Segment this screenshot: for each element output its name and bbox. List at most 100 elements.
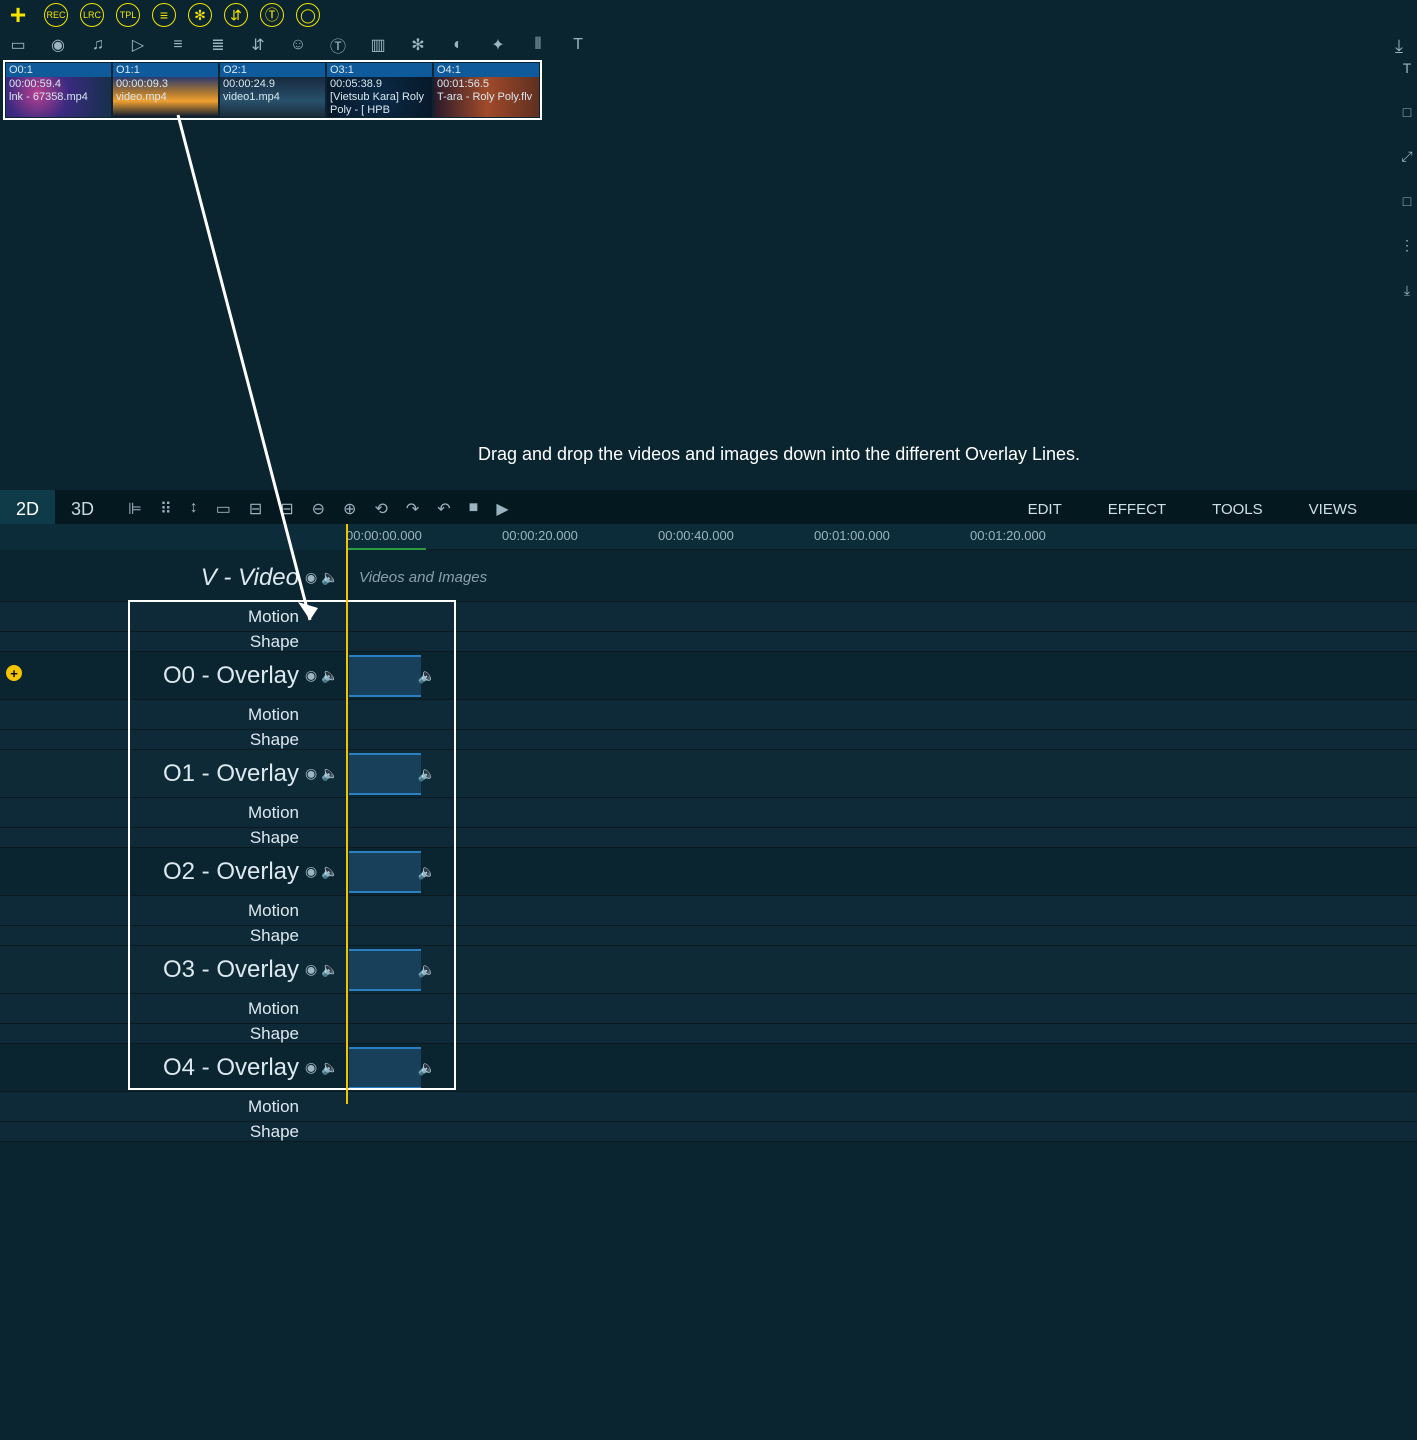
speaker-icon[interactable]: 🔈 (321, 765, 338, 782)
undo-icon[interactable]: ↶ (437, 499, 450, 519)
eye-icon[interactable]: ◉ (305, 765, 317, 782)
text-button[interactable]: Ⓣ (260, 3, 284, 27)
menu-effect[interactable]: EFFECT (1108, 501, 1166, 518)
track-shape[interactable]: Shape (0, 926, 1417, 946)
video-icon[interactable]: ▷ (128, 35, 148, 55)
music-icon[interactable]: ♫ (88, 36, 108, 54)
frame-icon[interactable]: ▭ (8, 35, 28, 55)
right-tool-2[interactable]: □ (1403, 104, 1411, 120)
redo-icon[interactable]: ↷ (406, 499, 419, 519)
track-overlay-1[interactable]: O1 - Overlay◉🔈🔈 (0, 750, 1417, 798)
clip-speaker-icon[interactable]: 🔈 (418, 766, 435, 783)
right-tool-1[interactable]: T (1403, 60, 1412, 76)
timeline-clip[interactable]: 🔈 (349, 949, 421, 991)
eye-icon[interactable]: ◉ (305, 1059, 317, 1076)
speaker-icon[interactable]: 🔈 (321, 667, 338, 684)
vertical-icon[interactable]: ↕ (190, 499, 198, 519)
download-icon[interactable]: ⤓ (1395, 36, 1403, 57)
timeline-clip[interactable]: 🔈 (349, 1047, 421, 1089)
track-overlay-3[interactable]: O3 - Overlay◉🔈🔈 (0, 946, 1417, 994)
eye-icon[interactable]: ◉ (305, 863, 317, 880)
media-clip-2[interactable]: O2:1 00:00:24.9 video1.mp4 (220, 63, 325, 117)
speaker-icon[interactable]: 🔈 (321, 569, 338, 586)
menu-views[interactable]: VIEWS (1309, 501, 1357, 518)
track-overlay-2[interactable]: O2 - Overlay◉🔈🔈 (0, 848, 1417, 896)
media-clip-0[interactable]: O0:1 00:00:59.4 lnk - 67358.mp4 (6, 63, 111, 117)
clip-speaker-icon[interactable]: 🔈 (418, 864, 435, 881)
speaker-icon[interactable]: 🔈 (321, 1059, 338, 1076)
timeline-clip[interactable]: 🔈 (349, 753, 421, 795)
timeline-clip[interactable]: 🔈 (349, 655, 421, 697)
grid-icon[interactable]: ⠿ (160, 499, 172, 519)
track-video[interactable]: V - Video ◉ 🔈 Videos and Images (0, 554, 1417, 602)
ordered-list-icon[interactable]: ≣ (208, 35, 228, 55)
profile-button[interactable]: ◯ (296, 3, 320, 27)
track-shape[interactable]: Shape (0, 1122, 1417, 1142)
stop-icon[interactable]: ■ (469, 499, 479, 519)
emoji-icon[interactable]: ☺ (288, 36, 308, 54)
clip-speaker-icon[interactable]: 🔈 (418, 962, 435, 979)
play-icon[interactable]: ▶ (496, 499, 508, 519)
track-shape[interactable]: Shape (0, 632, 1417, 652)
track-motion[interactable]: Motion (0, 994, 1417, 1024)
text-tool-icon[interactable]: T (568, 36, 588, 54)
eye-icon[interactable]: ◉ (305, 569, 317, 586)
playhead[interactable] (346, 524, 348, 1104)
tab-3d[interactable]: 3D (55, 490, 110, 528)
refresh-icon[interactable]: ⟲ (374, 499, 387, 519)
align-icon[interactable]: ⊫ (128, 499, 142, 519)
speaker-icon[interactable]: 🔈 (321, 863, 338, 880)
add-track-button[interactable]: + (6, 665, 22, 681)
eye-icon[interactable]: ◉ (305, 961, 317, 978)
tab-2d[interactable]: 2D (0, 490, 55, 528)
track-content[interactable]: 🔈 (347, 750, 1417, 797)
add-icon[interactable]: + (4, 0, 32, 31)
track-overlay-0[interactable]: O0 - Overlay◉🔈🔈 (0, 652, 1417, 700)
zoom-out-icon[interactable]: ⊖ (312, 499, 325, 519)
media-clip-1[interactable]: O1:1 00:00:09.3 video.mp4 (113, 63, 218, 117)
right-tool-3[interactable]: ⤢ (1401, 148, 1412, 165)
right-tool-5[interactable]: ⋮ (1400, 237, 1414, 254)
track-shape[interactable]: Shape (0, 730, 1417, 750)
lines-icon[interactable]: ≡ (168, 36, 188, 54)
split-icon[interactable]: ⊟ (249, 499, 262, 519)
track-content[interactable]: 🔈 (347, 848, 1417, 895)
time-ruler[interactable]: 00:00:00.000 00:00:20.000 00:00:40.000 0… (0, 524, 1417, 550)
zoom-in-icon[interactable]: ⊕ (343, 499, 356, 519)
contrast-icon[interactable]: ◐ (448, 36, 468, 54)
battery-icon[interactable]: ▥ (368, 35, 388, 55)
track-content[interactable]: 🔈 (347, 1044, 1417, 1091)
equalizer-icon[interactable]: ⫴ (528, 36, 548, 54)
media-clip-3[interactable]: O3:1 00:05:38.9 [Vietsub Kara] Roly Poly… (327, 63, 432, 117)
asterisk-button[interactable]: ✻ (188, 3, 212, 27)
menu-edit[interactable]: EDIT (1028, 501, 1062, 518)
puzzle-icon[interactable]: ✦ (488, 35, 508, 55)
media-clip-4[interactable]: O4:1 00:01:56.5 T-ara - Roly Poly.flv (434, 63, 539, 117)
lrc-button[interactable]: LRC (80, 3, 104, 27)
sync-button[interactable]: ⇵ (224, 3, 248, 27)
rec-button[interactable]: REC (44, 3, 68, 27)
track-motion[interactable]: Motion (0, 700, 1417, 730)
track-content[interactable]: Videos and Images (347, 554, 1417, 601)
track-shape[interactable]: Shape (0, 828, 1417, 848)
text-icon[interactable]: Ⓣ (328, 33, 348, 57)
camera-icon[interactable]: ◉ (48, 35, 68, 55)
cut-icon[interactable]: ⊟ (280, 499, 293, 519)
clip-speaker-icon[interactable]: 🔈 (418, 1060, 435, 1077)
menu-tools[interactable]: TOOLS (1212, 501, 1263, 518)
track-content[interactable]: 🔈 (347, 652, 1417, 699)
track-content[interactable]: 🔈 (347, 946, 1417, 993)
right-tool-4[interactable]: □ (1403, 193, 1411, 209)
track-overlay-4[interactable]: O4 - Overlay◉🔈🔈 (0, 1044, 1417, 1092)
select-icon[interactable]: ▭ (216, 499, 231, 519)
sparkle-icon[interactable]: ✻ (408, 35, 428, 55)
eye-icon[interactable]: ◉ (305, 667, 317, 684)
track-motion[interactable]: Motion (0, 896, 1417, 926)
right-tool-6[interactable]: ⤓ (1404, 282, 1410, 299)
speaker-icon[interactable]: 🔈 (321, 961, 338, 978)
timeline-clip[interactable]: 🔈 (349, 851, 421, 893)
track-motion[interactable]: Motion (0, 798, 1417, 828)
list-button[interactable]: ≡ (152, 3, 176, 27)
track-motion[interactable]: Motion (0, 1092, 1417, 1122)
track-motion[interactable]: Motion (0, 602, 1417, 632)
